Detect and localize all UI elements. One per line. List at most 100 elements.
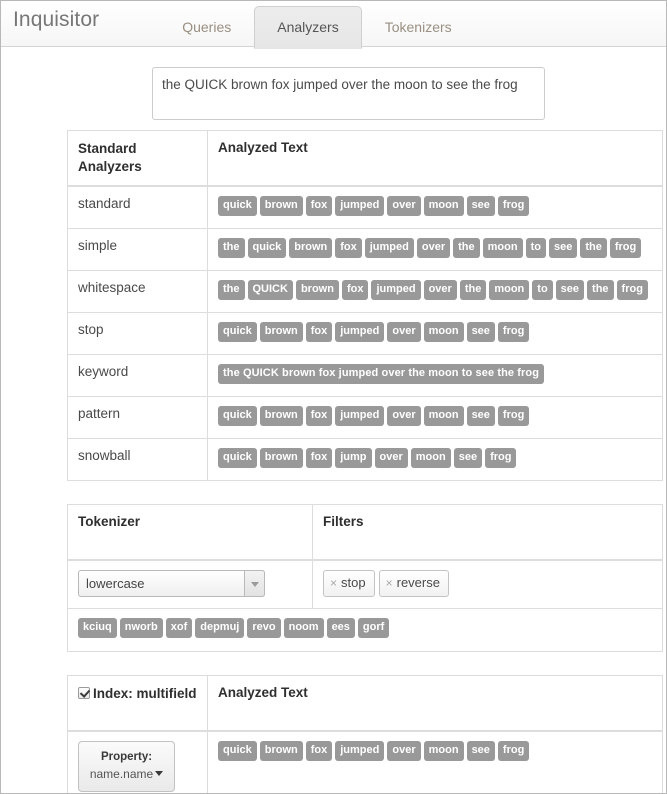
index-label: Index: multifield — [93, 686, 197, 702]
token: gorf — [357, 618, 390, 639]
analyzer-name-whitespace: whitespace — [68, 270, 208, 314]
token: quick — [218, 741, 257, 762]
table-header-row: Index: multifield Analyzed Text — [68, 676, 663, 733]
token: fox — [305, 196, 333, 217]
col-header-tokenizer: Tokenizer — [68, 505, 313, 562]
token: the — [218, 238, 245, 259]
token: quick — [247, 238, 287, 259]
token: over — [374, 448, 408, 469]
table-row: simple the quick brown fox jumped over the moon… — [68, 228, 663, 272]
filter-chip-reverse[interactable]: × reverse — [378, 570, 449, 598]
close-icon[interactable]: × — [386, 576, 393, 590]
tab-analyzers[interactable]: Analyzers — [254, 6, 362, 48]
close-icon[interactable]: × — [330, 576, 337, 590]
analyzer-name-simple: simple — [68, 228, 208, 272]
filter-chip-stop[interactable]: × stop — [323, 570, 375, 598]
navbar: Inquisitor Queries Analyzers Tokenizers — [1, 1, 666, 48]
token: brown — [289, 238, 333, 259]
token: fox — [305, 406, 333, 427]
token: fox — [305, 448, 333, 469]
caret-down-icon[interactable] — [155, 771, 164, 777]
token: brown — [259, 448, 303, 469]
token: frog — [497, 741, 530, 762]
table-row: kciuq nworb xof depmuj revo noom ees gorf — [68, 608, 663, 653]
token: see — [453, 448, 483, 469]
index-multifield-table: Index: multifield Analyzed Text Property… — [67, 675, 663, 793]
token: brown — [295, 280, 339, 301]
token: fox — [305, 322, 333, 343]
token: jumped — [335, 322, 385, 343]
property-dropdown-button[interactable]: Property: name.name — [78, 741, 175, 793]
token: jumped — [335, 196, 385, 217]
index-analyzed-tokens: quick brown fox jumped over moon see frog — [207, 731, 663, 793]
token: moon — [423, 322, 464, 343]
token: quick — [218, 322, 257, 343]
token: see — [466, 196, 495, 217]
token: jumped — [371, 280, 421, 301]
table-row: standard quick brown fox jumped over moon see f… — [68, 186, 663, 230]
chevron-down-icon[interactable] — [244, 570, 265, 598]
token: jumped — [335, 741, 385, 762]
token: fox — [341, 280, 369, 301]
token: the — [459, 280, 487, 301]
index-checkbox[interactable] — [78, 687, 90, 700]
analyzer-name-keyword: keyword — [68, 354, 208, 398]
main-tabs: Queries Analyzers Tokenizers — [159, 1, 475, 48]
token: jumped — [335, 406, 385, 427]
token: revo — [247, 618, 281, 639]
filter-chip-label: stop — [341, 575, 366, 591]
analyzed-tokens-pattern: quick brown fox jumped over moon see frog — [207, 396, 663, 440]
token: moon — [410, 448, 451, 469]
tokenizer-select[interactable]: lowercase — [78, 570, 265, 598]
col-header-analyzed-text: Analyzed Text — [207, 676, 663, 733]
table-row: whitespace the QUICK brown fox jumped over the… — [68, 270, 663, 314]
token: QUICK — [247, 280, 293, 301]
col-header-index: Index: multifield — [68, 676, 208, 733]
token: the — [580, 238, 607, 259]
col-header-standard-analyzers: Standard Analyzers — [68, 131, 208, 188]
token: to — [532, 280, 553, 301]
token: the QUICK brown fox jumped over the moon… — [218, 364, 545, 385]
token: frog — [485, 448, 517, 469]
table-row: stop quick brown fox jumped over moon see frog — [68, 312, 663, 356]
tab-queries[interactable]: Queries — [159, 6, 254, 48]
tab-tokenizers[interactable]: Tokenizers — [362, 6, 475, 48]
token: the — [587, 280, 614, 301]
token: over — [387, 406, 421, 427]
token: the — [453, 238, 480, 259]
tokenizer-select-cell: lowercase — [68, 560, 313, 610]
col-header-filters: Filters — [312, 505, 663, 562]
token: see — [466, 741, 495, 762]
token: quick — [218, 406, 257, 427]
table-row: keyword the QUICK brown fox jumped over … — [68, 354, 663, 398]
token: quick — [218, 196, 257, 217]
token: noom — [283, 618, 324, 639]
token: moon — [489, 280, 530, 301]
token: see — [466, 406, 495, 427]
analyzed-tokens-stop: quick brown fox jumped over moon see frog — [207, 312, 663, 356]
token: over — [387, 196, 421, 217]
token: quick — [218, 448, 257, 469]
token: nworb — [119, 618, 163, 639]
app-window: Inquisitor Queries Analyzers Tokenizers … — [0, 0, 667, 794]
analyzed-tokens-keyword: the QUICK brown fox jumped over the moon… — [207, 354, 663, 398]
token: moon — [482, 238, 523, 259]
analyze-input-wrap — [1, 47, 666, 130]
token: brown — [259, 196, 303, 217]
filters-cell: × stop × reverse — [312, 560, 663, 610]
token: fox — [335, 238, 362, 259]
token: to — [525, 238, 546, 259]
analyzed-tokens-standard: quick brown fox jumped over moon see frog — [207, 186, 663, 230]
token: moon — [423, 741, 464, 762]
token: fox — [305, 741, 333, 762]
token: over — [416, 238, 451, 259]
app-brand: Inquisitor — [13, 8, 100, 31]
tokenizer-select-value: lowercase — [86, 576, 145, 592]
token: over — [387, 322, 421, 343]
token: frog — [616, 280, 648, 301]
token: brown — [259, 322, 303, 343]
table-row: pattern quick brown fox jumped over moon see fr… — [68, 396, 663, 440]
analyze-text-input[interactable] — [152, 67, 545, 120]
